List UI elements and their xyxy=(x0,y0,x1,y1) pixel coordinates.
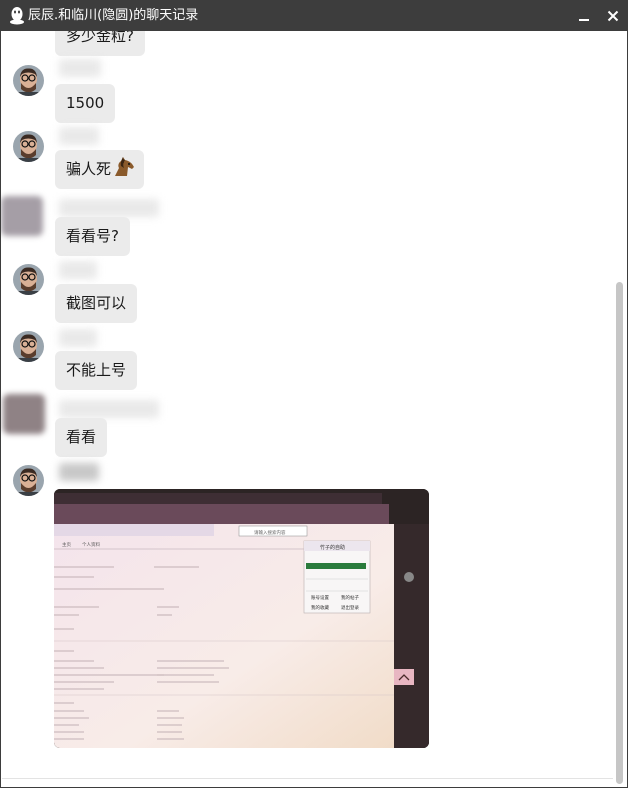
message-bubble[interactable]: 看看号? xyxy=(55,217,130,256)
screenshot-photo: 请输入搜索内容 竹子的自助 账号设置 我的帖子 我的收藏 退出登录 主页 个人资… xyxy=(54,489,429,748)
input-divider xyxy=(2,778,613,779)
message-text: 1500 xyxy=(66,94,105,112)
avatar-blurred[interactable] xyxy=(3,394,45,434)
sender-name-blurred xyxy=(59,400,159,418)
photo-tab: 个人资料 xyxy=(82,541,100,548)
message-bubble[interactable]: 骗人死 xyxy=(55,150,145,189)
message-text: 看看 xyxy=(66,428,97,446)
photo-search-placeholder: 请输入搜索内容 xyxy=(254,529,286,536)
title-bar: 辰辰.和临川(隐圆)的聊天记录 xyxy=(0,0,628,31)
photo-menu-item: 我的帖子 xyxy=(341,594,359,601)
sender-name-blurred xyxy=(59,463,99,481)
avatar-blurred[interactable] xyxy=(1,196,43,236)
close-button[interactable] xyxy=(598,0,628,31)
avatar-icon xyxy=(13,465,44,496)
sender-name-blurred xyxy=(59,59,101,77)
sender-name-blurred xyxy=(59,127,99,145)
avatar[interactable] xyxy=(13,465,44,496)
minimize-button[interactable] xyxy=(569,0,599,31)
sender-name-blurred xyxy=(59,329,97,347)
photo-menu-item: 我的收藏 xyxy=(311,604,329,611)
avatar-icon xyxy=(13,131,44,162)
message-bubble[interactable]: 看看 xyxy=(55,418,108,457)
sender-name-blurred xyxy=(59,261,97,279)
image-message[interactable]: 请输入搜索内容 竹子的自助 账号设置 我的帖子 我的收藏 退出登录 主页 个人资… xyxy=(54,489,429,748)
message-text: 不能上号 xyxy=(66,361,127,379)
message-bubble[interactable]: 截图可以 xyxy=(55,284,138,323)
window-title: 辰辰.和临川(隐圆)的聊天记录 xyxy=(28,8,199,23)
message-bubble[interactable]: 1500 xyxy=(55,84,116,123)
message-bubble[interactable]: 不能上号 xyxy=(55,351,138,390)
horse-emoji xyxy=(115,157,135,176)
minimize-icon xyxy=(579,18,589,21)
qq-penguin-icon xyxy=(10,7,24,25)
message-bubble[interactable]: 多少金粒? xyxy=(55,31,145,56)
chat-history[interactable]: 多少金粒? 1500 骗人死 看看号? 截图可以 不能上号 看看 请输入搜索内容… xyxy=(1,31,613,787)
avatar-icon xyxy=(13,65,44,96)
avatar-icon xyxy=(13,331,44,362)
avatar[interactable] xyxy=(13,131,44,162)
avatar-icon xyxy=(13,264,44,295)
message-text: 看看号? xyxy=(66,227,119,245)
message-text: 截图可以 xyxy=(66,294,127,312)
avatar[interactable] xyxy=(13,65,44,96)
photo-menu-item: 账号设置 xyxy=(311,594,329,601)
photo-menu-title: 竹子的自助 xyxy=(320,544,345,551)
message-text: 多少金粒? xyxy=(66,31,134,45)
message-text: 骗人死 xyxy=(66,160,112,178)
avatar[interactable] xyxy=(13,331,44,362)
avatar[interactable] xyxy=(13,264,44,295)
scrollbar-thumb[interactable] xyxy=(616,282,623,784)
photo-menu-item: 退出登录 xyxy=(341,604,359,611)
photo-tab: 主页 xyxy=(62,541,71,548)
close-icon xyxy=(607,10,619,21)
sender-name-blurred xyxy=(59,199,159,217)
